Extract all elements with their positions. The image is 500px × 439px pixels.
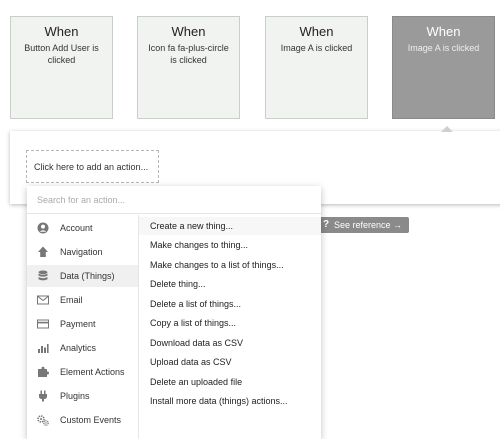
action-label: Delete an uploaded file bbox=[150, 377, 243, 387]
action-install-more-data-actions[interactable]: Install more data (things) actions... bbox=[139, 392, 321, 410]
puzzle-icon bbox=[38, 366, 49, 377]
action-create-new-thing[interactable]: Create a new thing... bbox=[139, 217, 321, 235]
category-list: Account Navigation Data (Things) Email P… bbox=[27, 215, 139, 439]
action-copy-list-of-things[interactable]: Copy a list of things... bbox=[139, 314, 321, 332]
category-account[interactable]: Account bbox=[27, 217, 138, 239]
action-label: Make changes to thing... bbox=[150, 240, 249, 250]
database-icon bbox=[38, 270, 48, 281]
event-title: When bbox=[426, 24, 461, 39]
bar-chart-icon bbox=[38, 344, 49, 353]
gears-icon bbox=[37, 415, 49, 426]
action-label: Delete a list of things... bbox=[150, 299, 242, 309]
credit-card-icon bbox=[37, 319, 49, 329]
action-label: Upload data as CSV bbox=[150, 357, 232, 367]
event-title: When bbox=[299, 24, 334, 39]
event-card-image-a[interactable]: When Image A is clicked bbox=[265, 16, 368, 119]
action-label: Download data as CSV bbox=[150, 338, 244, 348]
help-icon: ? bbox=[323, 219, 330, 230]
category-element-actions[interactable]: Element Actions bbox=[27, 361, 138, 383]
action-delete-thing[interactable]: Delete thing... bbox=[139, 275, 321, 293]
category-navigation[interactable]: Navigation bbox=[27, 241, 138, 263]
action-search-input[interactable] bbox=[27, 186, 321, 214]
category-label: Plugins bbox=[60, 391, 90, 401]
category-label: Element Actions bbox=[60, 367, 125, 377]
see-reference-label: See reference → bbox=[334, 220, 403, 230]
category-email[interactable]: Email bbox=[27, 289, 138, 311]
action-delete-list-of-things[interactable]: Delete a list of things... bbox=[139, 295, 321, 313]
category-label: Payment bbox=[60, 319, 96, 329]
action-label: Delete thing... bbox=[150, 279, 206, 289]
action-list: Create a new thing... Make changes to th… bbox=[139, 215, 321, 439]
category-label: Email bbox=[60, 295, 83, 305]
action-label: Create a new thing... bbox=[150, 221, 234, 231]
email-icon bbox=[37, 295, 49, 305]
event-title: When bbox=[44, 24, 79, 39]
event-description: Button Add User is clicked bbox=[24, 43, 99, 65]
event-title: When bbox=[171, 24, 206, 39]
add-action-button[interactable]: Click here to add an action... bbox=[26, 150, 159, 183]
panel-pointer bbox=[441, 126, 453, 132]
event-card-image-a-selected[interactable]: When Image A is clicked bbox=[392, 16, 495, 119]
category-label: Account bbox=[60, 223, 93, 233]
event-description: Image A is clicked bbox=[407, 43, 480, 53]
action-make-changes-to-list[interactable]: Make changes to a list of things... bbox=[139, 256, 321, 274]
event-description: Icon fa fa-plus-circle is clicked bbox=[148, 43, 229, 65]
category-label: Navigation bbox=[60, 247, 103, 257]
plug-icon bbox=[39, 390, 47, 402]
action-download-data-csv[interactable]: Download data as CSV bbox=[139, 334, 321, 352]
category-label: Data (Things) bbox=[60, 271, 115, 281]
category-label: Custom Events bbox=[60, 415, 122, 425]
action-delete-uploaded-file[interactable]: Delete an uploaded file bbox=[139, 373, 321, 391]
action-upload-data-csv[interactable]: Upload data as CSV bbox=[139, 353, 321, 371]
action-label: Make changes to a list of things... bbox=[150, 260, 284, 270]
event-card-button-add-user[interactable]: When Button Add User is clicked bbox=[10, 16, 113, 119]
navigation-icon bbox=[38, 246, 48, 257]
event-description: Image A is clicked bbox=[280, 43, 353, 53]
event-card-icon-plus-circle[interactable]: When Icon fa fa-plus-circle is clicked bbox=[137, 16, 240, 119]
action-make-changes-to-thing[interactable]: Make changes to thing... bbox=[139, 236, 321, 254]
category-payment[interactable]: Payment bbox=[27, 313, 138, 335]
category-label: Analytics bbox=[60, 343, 97, 353]
category-analytics[interactable]: Analytics bbox=[27, 337, 138, 359]
category-custom-events[interactable]: Custom Events bbox=[27, 409, 138, 431]
action-picker-menu: Account Navigation Data (Things) Email bbox=[27, 186, 321, 439]
action-label: Install more data (things) actions... bbox=[150, 396, 288, 406]
account-icon bbox=[37, 222, 49, 234]
category-plugins[interactable]: Plugins bbox=[27, 385, 138, 407]
see-reference-button[interactable]: ? See reference → bbox=[319, 217, 409, 233]
category-data-things[interactable]: Data (Things) bbox=[27, 265, 138, 287]
action-label: Copy a list of things... bbox=[150, 318, 237, 328]
